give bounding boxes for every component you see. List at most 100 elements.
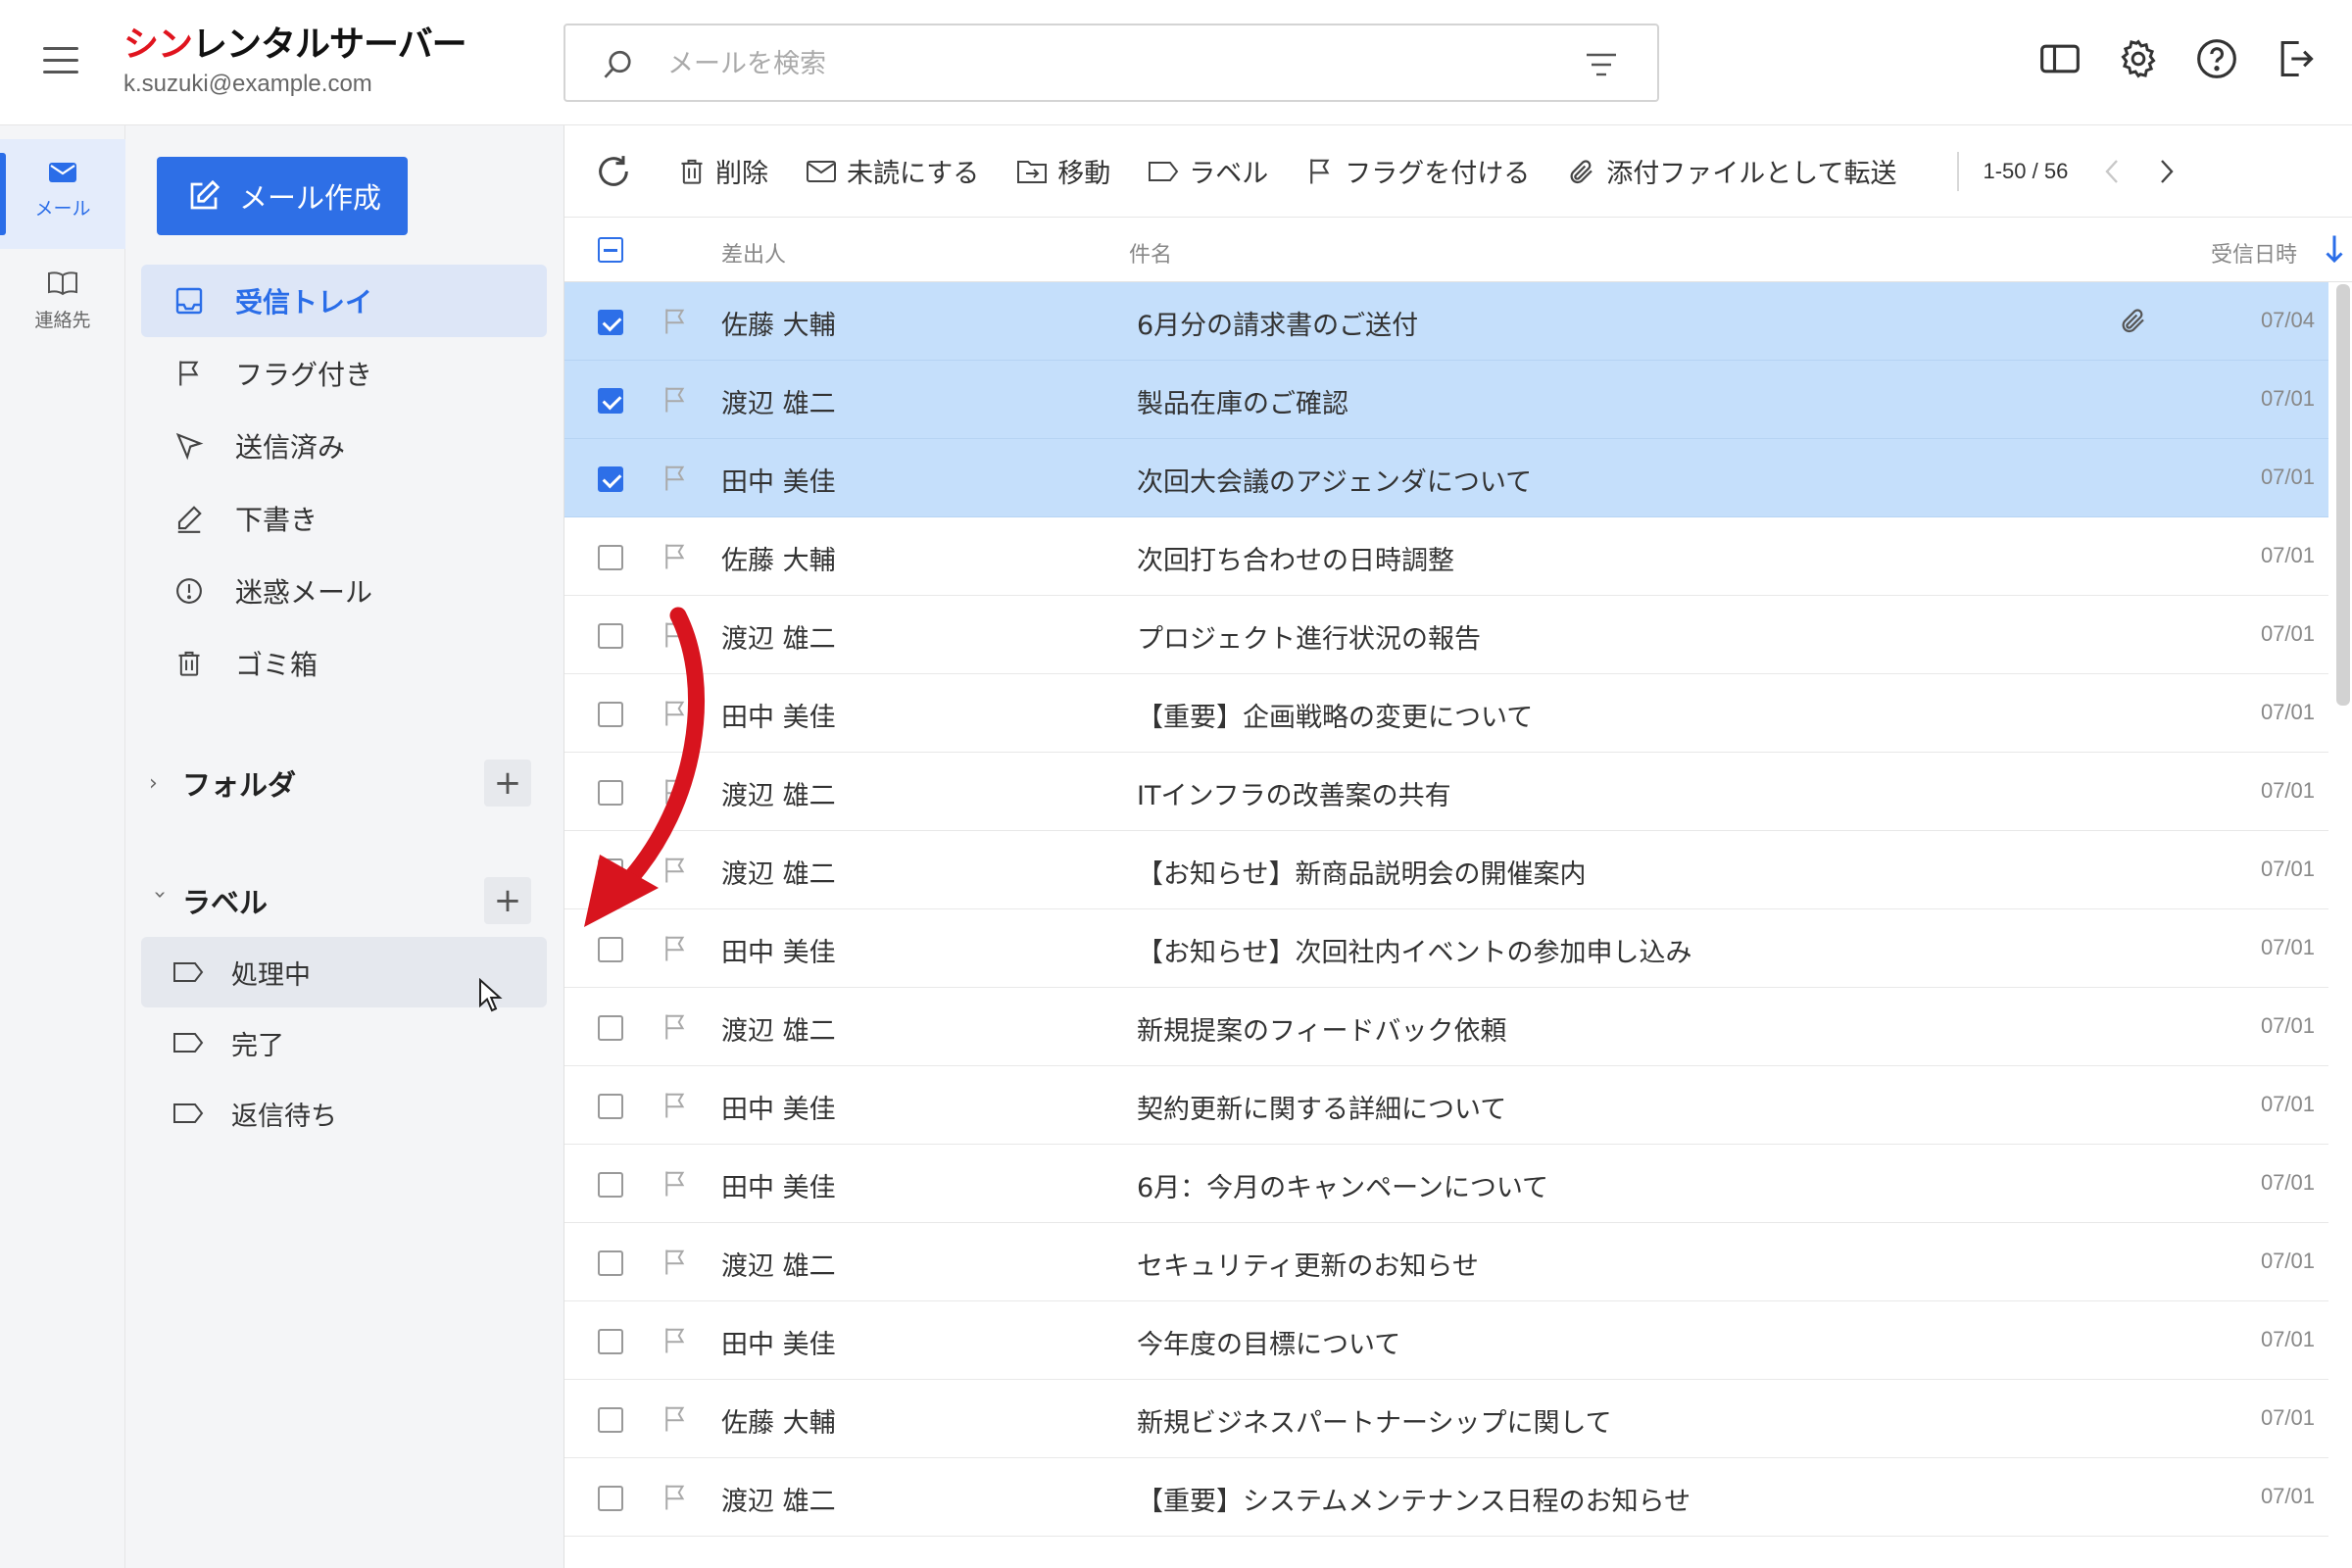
column-subject[interactable]: 件名: [1129, 237, 1172, 269]
table-row[interactable]: 佐藤 大輔 新規ビジネスパートナーシップに関して 07/01: [564, 1380, 2328, 1458]
table-row[interactable]: 渡辺 雄二 セキュリティ更新のお知らせ 07/01: [564, 1223, 2328, 1301]
row-checkbox[interactable]: [598, 780, 623, 806]
row-checkbox[interactable]: [598, 623, 623, 649]
nav-item-inbox[interactable]: 受信トレイ: [141, 265, 547, 337]
nav-item-spam[interactable]: 迷惑メール: [141, 555, 547, 627]
flag-icon[interactable]: [661, 541, 690, 572]
add-label-button[interactable]: +: [484, 877, 531, 924]
row-checkbox[interactable]: [598, 1329, 623, 1354]
search-input[interactable]: [667, 43, 1530, 84]
gear-icon[interactable]: [2117, 37, 2160, 80]
flag-icon[interactable]: [661, 1482, 690, 1513]
row-date: 07/01: [2260, 543, 2315, 567]
flag-icon[interactable]: [661, 463, 690, 494]
table-row[interactable]: 田中 美佳 【お知らせ】次回社内イベントの参加申し込み 07/01: [564, 909, 2328, 988]
row-sender: 田中 美佳: [721, 1330, 836, 1360]
filter-icon[interactable]: [1585, 51, 1618, 78]
scrollbar-thumb[interactable]: [2336, 284, 2350, 706]
flag-icon[interactable]: [661, 698, 690, 729]
chevron-left-icon[interactable]: [2101, 157, 2123, 186]
row-checkbox[interactable]: [598, 310, 623, 335]
row-checkbox[interactable]: [598, 466, 623, 492]
pencil-icon: [177, 506, 202, 533]
flag-icon[interactable]: [661, 1090, 690, 1121]
nav-item-trash[interactable]: ゴミ箱: [141, 627, 547, 700]
column-date[interactable]: 受信日時: [2211, 237, 2297, 269]
menu-icon[interactable]: [43, 47, 78, 76]
row-checkbox[interactable]: [598, 937, 623, 962]
table-row[interactable]: 渡辺 雄二 製品在庫のご確認 07/01: [564, 361, 2328, 439]
flag-icon[interactable]: [661, 933, 690, 964]
row-date: 07/01: [2260, 700, 2315, 724]
table-row[interactable]: 田中 美佳 契約更新に関する詳細について 07/01: [564, 1066, 2328, 1145]
flag-button[interactable]: フラグを付ける: [1305, 152, 1530, 190]
table-row[interactable]: 田中 美佳 次回大会議のアジェンダについて 07/01: [564, 439, 2328, 517]
table-row[interactable]: 渡辺 雄二 プロジェクト進行状況の報告 07/01: [564, 596, 2328, 674]
split-view-icon[interactable]: [2038, 37, 2082, 80]
folders-section[interactable]: › フォルダ +: [141, 754, 547, 812]
table-row[interactable]: 渡辺 雄二 【重要】システムメンテナンス日程のお知らせ 07/01: [564, 1458, 2328, 1537]
rail-item-contacts[interactable]: 連絡先: [0, 249, 125, 359]
nav-item-flagged[interactable]: フラグ付き: [141, 337, 547, 410]
row-date: 07/01: [2260, 1170, 2315, 1195]
row-checkbox[interactable]: [598, 1407, 623, 1433]
move-button[interactable]: 移動: [1016, 152, 1110, 190]
help-icon[interactable]: [2195, 37, 2238, 80]
row-checkbox[interactable]: [598, 545, 623, 570]
rail-item-mail[interactable]: メール: [0, 139, 125, 249]
flag-icon[interactable]: [661, 384, 690, 416]
chevron-down-icon: ›: [147, 890, 172, 899]
row-checkbox[interactable]: [598, 1172, 623, 1198]
sort-down-icon[interactable]: [2317, 231, 2352, 267]
flag-icon[interactable]: [661, 1247, 690, 1278]
chevron-right-icon[interactable]: [2156, 157, 2178, 186]
table-row[interactable]: 佐藤 大輔 6月分の請求書のご送付 07/04: [564, 282, 2328, 361]
row-sender: 渡辺 雄二: [721, 859, 836, 890]
refresh-icon[interactable]: [594, 152, 633, 191]
labels-section[interactable]: › ラベル +: [141, 871, 547, 930]
toolbar: 削除 未読にする 移動 ラベル フラグを付ける 添付ファイルとして転送 1-50…: [564, 125, 2352, 218]
table-row[interactable]: 渡辺 雄二 ITインフラの改善案の共有 07/01: [564, 753, 2328, 831]
table-row[interactable]: 田中 美佳 今年度の目標について 07/01: [564, 1301, 2328, 1380]
app-logo[interactable]: シンレンタルサーバー: [123, 16, 467, 67]
flag-icon[interactable]: [661, 1403, 690, 1435]
mark-unread-button[interactable]: 未読にする: [806, 152, 979, 190]
inbox-icon: [175, 287, 203, 315]
flag-icon[interactable]: [661, 776, 690, 808]
logout-icon[interactable]: [2274, 37, 2317, 80]
column-sender[interactable]: 差出人: [721, 237, 786, 269]
row-checkbox[interactable]: [598, 1094, 623, 1119]
select-all-checkbox[interactable]: [598, 237, 623, 263]
table-row[interactable]: 佐藤 大輔 次回打ち合わせの日時調整 07/01: [564, 517, 2328, 596]
search-box[interactable]: [564, 24, 1659, 102]
flag-icon[interactable]: [661, 1168, 690, 1200]
row-date: 07/01: [2260, 465, 2315, 489]
label-item-awaiting-reply[interactable]: 返信待ち: [141, 1078, 547, 1149]
delete-button[interactable]: 削除: [678, 152, 768, 190]
table-row[interactable]: 渡辺 雄二 【お知らせ】新商品説明会の開催案内 07/01: [564, 831, 2328, 909]
flag-icon[interactable]: [661, 1011, 690, 1043]
row-checkbox[interactable]: [598, 1250, 623, 1276]
row-sender: 渡辺 雄二: [721, 781, 836, 811]
label-item-done[interactable]: 完了: [141, 1007, 547, 1078]
row-checkbox[interactable]: [598, 858, 623, 884]
row-checkbox[interactable]: [598, 1486, 623, 1511]
table-row[interactable]: 田中 美佳 【重要】企画戦略の変更について 07/01: [564, 674, 2328, 753]
row-checkbox[interactable]: [598, 388, 623, 414]
row-checkbox[interactable]: [598, 1015, 623, 1041]
add-folder-button[interactable]: +: [484, 760, 531, 807]
flag-icon: [179, 361, 199, 386]
flag-icon[interactable]: [661, 306, 690, 337]
flag-icon[interactable]: [661, 619, 690, 651]
nav-item-drafts[interactable]: 下書き: [141, 482, 547, 555]
forward-as-attachment-button[interactable]: 添付ファイルとして転送: [1567, 152, 1896, 190]
label-button[interactable]: ラベル: [1148, 152, 1268, 190]
nav-item-sent[interactable]: 送信済み: [141, 410, 547, 482]
flag-icon[interactable]: [661, 1325, 690, 1356]
row-date: 07/01: [2260, 1327, 2315, 1351]
row-checkbox[interactable]: [598, 702, 623, 727]
flag-icon[interactable]: [661, 855, 690, 886]
table-row[interactable]: 田中 美佳 6月：今月のキャンペーンについて 07/01: [564, 1145, 2328, 1223]
compose-button[interactable]: メール作成: [157, 157, 408, 235]
table-row[interactable]: 渡辺 雄二 新規提案のフィードバック依頼 07/01: [564, 988, 2328, 1066]
